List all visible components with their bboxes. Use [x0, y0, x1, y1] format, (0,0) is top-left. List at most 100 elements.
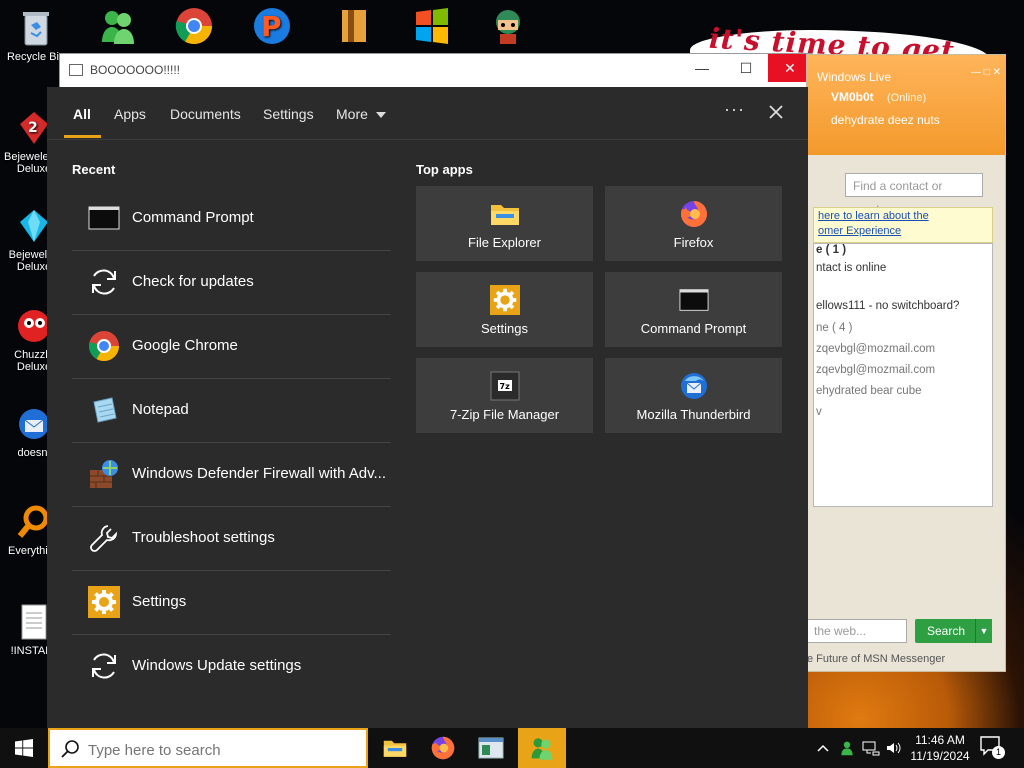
- contact-item[interactable]: zqevbgl@mozmail.com: [816, 343, 935, 355]
- contact-item[interactable]: zqevbgl@mozmail.com: [816, 364, 935, 376]
- svg-text:P: P: [261, 10, 282, 43]
- top-app-firefox[interactable]: Firefox: [605, 186, 782, 261]
- taskbar-window-app[interactable]: [467, 728, 515, 768]
- minimize-button[interactable]: —: [680, 54, 724, 82]
- desktop-icon-archive[interactable]: [324, 6, 384, 49]
- sync-icon: [92, 269, 116, 295]
- chevron-down-icon: [375, 112, 386, 119]
- taskbar-messenger[interactable]: [518, 728, 566, 768]
- recent-item-check-for-updates[interactable]: Check for updates: [72, 251, 391, 315]
- show-hidden-icons-button[interactable]: [812, 728, 834, 768]
- messenger-info-banner[interactable]: here to learn about the omer Experience: [813, 207, 993, 243]
- top-app-thunderbird[interactable]: Mozilla Thunderbird: [605, 358, 782, 433]
- tab-more-label: More: [336, 106, 368, 122]
- taskbar-search-box[interactable]: [48, 728, 368, 768]
- close-flyout-button[interactable]: [765, 101, 787, 123]
- messenger-title: Windows Live: [817, 70, 892, 84]
- taskbar-file-explorer[interactable]: [371, 728, 419, 768]
- start-button[interactable]: [0, 728, 48, 768]
- banner-line-1[interactable]: here to learn about the: [818, 210, 929, 222]
- seven-zip-icon: 7z: [490, 371, 520, 401]
- tab-all[interactable]: All: [73, 106, 91, 122]
- messenger-window[interactable]: Windows Live VM0b0t (Online) dehydrate d…: [806, 54, 1006, 672]
- tab-documents[interactable]: Documents: [170, 106, 241, 122]
- window-title: BOOOOOOO!!!!!: [90, 63, 181, 77]
- archive-icon: [334, 6, 374, 46]
- top-app-file-explorer[interactable]: File Explorer: [416, 186, 593, 261]
- contact-search-input[interactable]: Find a contact or number: [845, 173, 983, 217]
- maximize-button[interactable]: ☐: [724, 54, 768, 82]
- tray-messenger[interactable]: [836, 728, 858, 768]
- gear-icon: [490, 285, 520, 315]
- p-app-icon: P: [252, 6, 292, 46]
- taskbar-clock[interactable]: 11:46 AM 11/19/2024: [905, 732, 975, 764]
- recent-item-label: Settings: [132, 593, 187, 610]
- clock-time: 11:46 AM: [915, 733, 965, 747]
- command-prompt-icon: [679, 289, 709, 311]
- top-app-command-prompt[interactable]: Command Prompt: [605, 272, 782, 347]
- messenger-icon: [98, 6, 138, 46]
- tray-volume[interactable]: [884, 728, 904, 768]
- top-app-label: Firefox: [673, 235, 714, 250]
- recent-item-label: Notepad: [132, 401, 189, 418]
- contact-group-online[interactable]: e ( 1 ): [816, 244, 846, 256]
- messenger-username[interactable]: VM0b0t: [831, 90, 874, 104]
- svg-text:7z: 7z: [500, 382, 511, 391]
- recent-item-command-prompt[interactable]: Command Prompt: [72, 187, 391, 251]
- top-app-label: Mozilla Thunderbird: [636, 407, 751, 422]
- tab-more[interactable]: More: [336, 106, 386, 122]
- contact-group-offline[interactable]: ne ( 4 ): [816, 322, 852, 334]
- game-character-icon: [488, 6, 528, 46]
- speaker-icon: [887, 742, 901, 754]
- contact-item[interactable]: ellows111 - no switchboard?: [816, 300, 959, 312]
- firewall-icon: [90, 460, 118, 488]
- top-app-label: Settings: [481, 321, 528, 336]
- tab-apps[interactable]: Apps: [114, 106, 146, 122]
- taskbar: 11:46 AM 11/19/2024 1: [0, 728, 1024, 768]
- contact-item[interactable]: v: [816, 406, 822, 418]
- banner-line-2[interactable]: omer Experience: [818, 225, 901, 237]
- command-prompt-icon: [88, 206, 120, 230]
- desktop-icon-messenger[interactable]: [88, 6, 148, 49]
- messenger-tray-icon: [841, 741, 853, 756]
- desktop-icon-game-character[interactable]: [478, 6, 538, 49]
- search-flyout: All Apps Documents Settings More ··· Rec…: [47, 87, 808, 728]
- svg-text:2: 2: [28, 120, 38, 136]
- top-app-settings[interactable]: Settings: [416, 272, 593, 347]
- taskbar-search-input[interactable]: [86, 736, 360, 764]
- recent-item-settings[interactable]: Settings: [72, 571, 391, 635]
- chrome-icon: [174, 6, 214, 46]
- recent-item-google-chrome[interactable]: Google Chrome: [72, 315, 391, 379]
- background-window[interactable]: BOOOOOOO!!!!! — ☐ ✕: [59, 53, 813, 91]
- clock-date: 11/19/2024: [910, 749, 970, 763]
- close-icon: [769, 105, 783, 119]
- application-window-icon: [478, 737, 504, 759]
- more-options-button[interactable]: ···: [724, 99, 745, 120]
- desktop-icon-windows-shield[interactable]: [402, 6, 462, 49]
- recent-item-firewall[interactable]: Windows Defender Firewall with Adv...: [72, 443, 391, 507]
- taskbar-firefox[interactable]: [419, 728, 467, 768]
- messenger-status[interactable]: (Online): [887, 92, 926, 104]
- recent-item-windows-update-settings[interactable]: Windows Update settings: [72, 635, 391, 698]
- contact-item[interactable]: ehydrated bear cube: [816, 385, 922, 397]
- top-app-label: 7-Zip File Manager: [449, 407, 560, 422]
- messenger-header: Windows Live VM0b0t (Online) dehydrate d…: [807, 55, 1005, 155]
- search-dropdown-button[interactable]: ▼: [975, 619, 992, 643]
- messenger-footer[interactable]: e Future of MSN Messenger: [807, 653, 945, 665]
- web-search-input[interactable]: the web...: [807, 619, 907, 643]
- desktop-icon-chrome[interactable]: [164, 6, 224, 49]
- notification-center-button[interactable]: 1: [980, 736, 1006, 760]
- desktop-icon-p-app[interactable]: P: [242, 6, 302, 49]
- messenger-personal-message[interactable]: dehydrate deez nuts: [831, 113, 940, 127]
- search-icon: [61, 740, 79, 758]
- tray-network[interactable]: [860, 728, 882, 768]
- top-app-7zip[interactable]: 7z 7-Zip File Manager: [416, 358, 593, 433]
- recent-item-notepad[interactable]: Notepad: [72, 379, 391, 443]
- web-search-button[interactable]: Search: [915, 619, 977, 643]
- recent-item-troubleshoot-settings[interactable]: Troubleshoot settings: [72, 507, 391, 571]
- desktop-icon-recycle-bin[interactable]: Recycle Bin: [6, 8, 66, 63]
- gear-icon: [88, 586, 120, 618]
- messenger-window-controls[interactable]: — □ ✕: [971, 67, 1001, 78]
- sync-icon: [92, 653, 116, 679]
- tab-settings[interactable]: Settings: [263, 106, 314, 122]
